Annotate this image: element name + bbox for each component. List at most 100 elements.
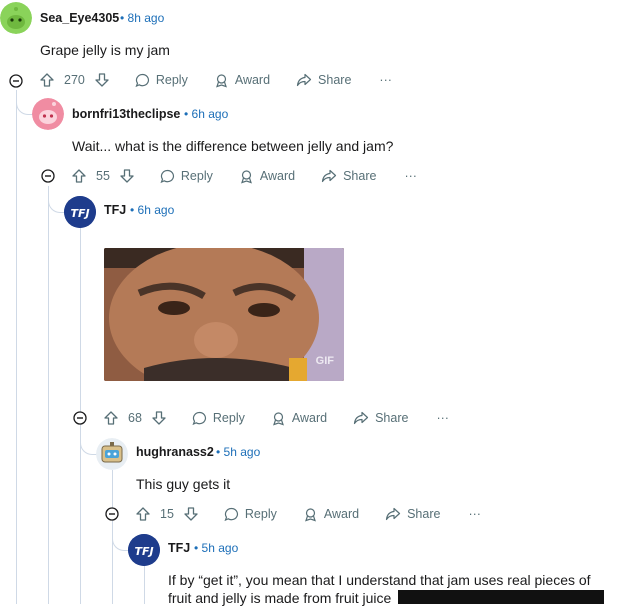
more-options-button[interactable]: ···: [379, 73, 392, 87]
award-icon: [272, 411, 284, 425]
separator-dot: •: [130, 203, 135, 217]
vote-count: 55: [96, 169, 110, 183]
vote-group: 68: [104, 411, 166, 425]
svg-text:TFJ: TFJ: [134, 545, 153, 558]
downvote-icon[interactable]: [95, 73, 109, 87]
upvote-icon[interactable]: [136, 507, 150, 521]
comment-author[interactable]: TFJ: [168, 541, 190, 555]
share-label: Share: [407, 507, 441, 521]
award-icon: [304, 507, 316, 521]
share-label: Share: [343, 169, 377, 183]
downvote-icon[interactable]: [184, 507, 198, 521]
comment-bubble-icon: [135, 73, 149, 87]
award-icon: [240, 169, 252, 183]
comment-bubble-icon: [224, 507, 238, 521]
separator-dot: •: [194, 541, 199, 555]
share-button[interactable]: Share: [296, 73, 351, 87]
award-label: Award: [234, 73, 271, 87]
comment-timestamp[interactable]: • 6h ago: [130, 203, 174, 217]
gif-image[interactable]: GIF: [104, 248, 344, 381]
more-options-button[interactable]: ···: [404, 169, 417, 183]
gif-label: GIF: [315, 355, 334, 367]
comment-author[interactable]: bornfri13theclipse: [72, 107, 180, 121]
avatar[interactable]: [32, 98, 64, 130]
award-button[interactable]: Award: [239, 169, 295, 184]
downvote-icon[interactable]: [152, 411, 166, 425]
redaction-bar: [398, 590, 604, 604]
comment-author[interactable]: hughranass2: [136, 445, 214, 459]
comment-body: Wait... what is the difference between j…: [72, 138, 394, 154]
avatar[interactable]: TFJ: [128, 534, 160, 566]
separator-dot: •: [216, 445, 221, 459]
comment-body: This guy gets it: [136, 476, 231, 492]
snoo-avatar-icon: [0, 2, 32, 34]
upvote-icon[interactable]: [72, 169, 86, 183]
reply-button[interactable]: Reply: [192, 411, 245, 426]
more-options-button[interactable]: ···: [436, 411, 449, 425]
upvote-icon[interactable]: [104, 411, 118, 425]
avatar[interactable]: TFJ: [64, 196, 96, 228]
more-options-button[interactable]: ···: [468, 507, 481, 521]
reply-button[interactable]: Reply: [160, 169, 213, 184]
tfj-logo-icon: TFJ: [128, 534, 160, 566]
share-button[interactable]: Share: [321, 169, 376, 183]
collapse-icon[interactable]: [9, 74, 23, 88]
thread-curve-3: [80, 428, 97, 455]
time-text: 5h ago: [223, 445, 261, 459]
thread-curve-1: [16, 90, 33, 115]
collapse-icon[interactable]: [105, 507, 119, 521]
gif-face-illustration: [104, 248, 344, 381]
comment-timestamp[interactable]: • 5h ago: [194, 541, 238, 555]
comment-body: Grape jelly is my jam: [40, 42, 170, 58]
comment-bubble-icon: [160, 169, 174, 183]
separator-dot: •: [184, 107, 189, 121]
vote-count: 270: [64, 73, 85, 87]
vote-group: 55: [72, 169, 134, 183]
upvote-icon[interactable]: [40, 73, 54, 87]
award-button[interactable]: Award: [271, 411, 327, 426]
share-icon: [385, 507, 401, 521]
reply-label: Reply: [244, 507, 277, 521]
avatar[interactable]: [0, 2, 32, 34]
comment-body-line-1: If by “get it”, you mean that I understa…: [168, 572, 591, 588]
comment-timestamp[interactable]: • 8h ago: [120, 11, 164, 25]
comment-actions: 55 Reply Award Share ···: [72, 164, 417, 188]
collapse-icon[interactable]: [41, 169, 55, 183]
share-button[interactable]: Share: [353, 411, 408, 425]
thread-line-1: [16, 90, 17, 604]
separator-dot: •: [120, 11, 125, 25]
share-icon: [353, 411, 369, 425]
avatar[interactable]: [96, 438, 128, 470]
award-label: Award: [259, 169, 296, 183]
tfj-logo-icon: TFJ: [64, 196, 96, 228]
reply-button[interactable]: Reply: [224, 507, 277, 522]
more-options-icon: ···: [468, 507, 481, 521]
collapse-icon[interactable]: [73, 411, 87, 425]
time-text: 5h ago: [201, 541, 239, 555]
comment-author[interactable]: Sea_Eye4305: [40, 11, 119, 25]
share-icon: [321, 169, 337, 183]
award-label: Award: [291, 411, 328, 425]
thread-curve-4: [112, 524, 129, 551]
vote-count: 15: [160, 507, 174, 521]
award-button[interactable]: Award: [214, 73, 270, 88]
comment-actions: 15 Reply Award Share ···: [136, 502, 481, 526]
thread-line-2: [48, 186, 49, 604]
reply-label: Reply: [180, 169, 213, 183]
comment-actions: 270 Reply Award Share ···: [40, 68, 392, 92]
share-label: Share: [375, 411, 409, 425]
comment-timestamp[interactable]: • 5h ago: [216, 445, 260, 459]
share-label: Share: [318, 73, 352, 87]
award-button[interactable]: Award: [303, 507, 359, 522]
thread-curve-2: [48, 186, 65, 213]
robot-avatar-icon: [96, 438, 128, 470]
vote-group: 15: [136, 507, 198, 521]
comment-bubble-icon: [192, 411, 206, 425]
reply-button[interactable]: Reply: [135, 73, 188, 88]
comment-timestamp[interactable]: • 6h ago: [184, 107, 228, 121]
comment-author[interactable]: TFJ: [104, 203, 126, 217]
more-options-icon: ···: [379, 73, 392, 87]
downvote-icon[interactable]: [120, 169, 134, 183]
reply-label: Reply: [155, 73, 188, 87]
share-button[interactable]: Share: [385, 507, 440, 521]
